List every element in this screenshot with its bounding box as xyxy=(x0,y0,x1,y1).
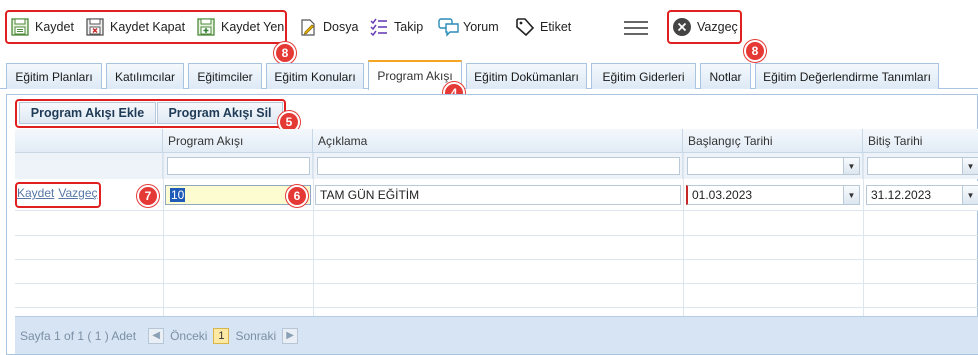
end-date-value: 31.12.2023 xyxy=(871,188,932,202)
comment-button[interactable]: Yorum xyxy=(438,14,499,40)
description-input[interactable]: TAM GÜN EĞİTİM xyxy=(315,185,681,205)
column-divider xyxy=(163,153,164,316)
filter-description-cell xyxy=(313,153,683,179)
prev-page-label[interactable]: Önceki xyxy=(170,329,207,343)
next-page-label[interactable]: Sonraki xyxy=(235,329,276,343)
program-flow-panel: Program Akışı Ekle Program Akışı Sil 5 P… xyxy=(6,94,978,355)
filter-program-flow-cell xyxy=(163,153,313,179)
filter-end-date-cell: ▼ xyxy=(863,153,978,179)
pager-summary: Sayfa 1 of 1 ( 1 ) Adet xyxy=(20,328,137,343)
main-toolbar: Kaydet Kaydet Kapat Kaydet Yeni 8 Dosya … xyxy=(0,0,978,64)
header-start-date[interactable]: Başlangıç Tarihi xyxy=(683,129,863,153)
header-end-date[interactable]: Bitiş Tarihi xyxy=(863,129,978,153)
hamburger-menu-icon[interactable] xyxy=(624,20,648,36)
tab-training-expenses[interactable]: Eğitim Giderleri xyxy=(591,63,696,89)
follow-button[interactable]: Takip xyxy=(369,14,423,40)
grid-toolbar: Program Akışı Ekle Program Akışı Sil 5 xyxy=(7,95,977,133)
tab-training-topics[interactable]: Eğitim Konuları xyxy=(266,63,364,89)
annotation-badge-7: 7 xyxy=(137,185,159,207)
header-program-flow[interactable]: Program Akışı xyxy=(163,129,313,153)
filter-program-flow-input[interactable] xyxy=(167,157,310,175)
comment-icon xyxy=(438,17,459,37)
filter-start-date-select[interactable]: ▼ xyxy=(687,157,860,175)
tag-icon xyxy=(515,17,535,37)
header-description[interactable]: Açıklama xyxy=(313,129,683,153)
dropdown-arrow-icon[interactable]: ▼ xyxy=(962,186,978,204)
follow-label: Takip xyxy=(394,20,424,34)
start-date-select[interactable]: 01.03.2023 ▼ xyxy=(686,185,860,205)
annotation-box-row-actions xyxy=(15,182,101,208)
table-row xyxy=(15,212,978,236)
annotation-badge-8-right: 8 xyxy=(744,40,766,62)
tab-evaluation-definitions[interactable]: Eğitim Değerlendirme Tanımları xyxy=(755,63,939,89)
page-number-button[interactable]: 1 xyxy=(213,327,230,344)
annotation-box-subtoolbar xyxy=(15,99,286,128)
tab-notes[interactable]: Notlar xyxy=(700,63,751,89)
annotation-box-cancel xyxy=(667,10,742,44)
dropdown-arrow-icon[interactable]: ▼ xyxy=(843,186,859,204)
tab-trainers[interactable]: Eğitimciler xyxy=(188,63,262,89)
tag-button[interactable]: Etiket xyxy=(515,14,571,40)
tab-bar: Eğitim Planları Katılımcılar Eğitimciler… xyxy=(0,60,978,104)
checklist-icon xyxy=(369,17,389,37)
filter-description-input[interactable] xyxy=(317,157,680,175)
annotation-badge-6: 6 xyxy=(286,185,308,207)
tab-training-documents[interactable]: Eğitim Dokümanları xyxy=(466,63,587,89)
table-row-edit: Kaydet Vazgeç 7 10 6 TAM GÜN EĞİTİM 01.0… xyxy=(15,181,978,211)
header-actions xyxy=(15,129,163,153)
tab-training-plans[interactable]: Eğitim Planları xyxy=(6,63,102,89)
tab-participants[interactable]: Katılımcılar xyxy=(106,63,184,89)
prev-page-icon[interactable]: ◀ xyxy=(148,327,165,344)
start-date-value: 01.03.2023 xyxy=(692,188,753,202)
dropdown-arrow-icon[interactable]: ▼ xyxy=(962,158,978,174)
comment-label: Yorum xyxy=(463,20,499,34)
tag-label: Etiket xyxy=(540,20,572,34)
file-button[interactable]: Dosya xyxy=(298,14,358,40)
filter-end-date-select[interactable]: ▼ xyxy=(867,157,978,175)
next-page-icon[interactable]: ▶ xyxy=(282,327,299,344)
table-row xyxy=(15,260,978,284)
table-row xyxy=(15,236,978,260)
end-date-select[interactable]: 31.12.2023 ▼ xyxy=(866,185,978,205)
column-divider xyxy=(863,153,864,316)
file-pencil-icon xyxy=(298,17,318,37)
column-divider xyxy=(683,153,684,316)
column-divider xyxy=(313,153,314,316)
program-flow-value: 10 xyxy=(170,188,186,202)
dropdown-arrow-icon[interactable]: ▼ xyxy=(843,158,859,174)
file-label: Dosya xyxy=(323,20,359,34)
filter-start-date-cell: ▼ xyxy=(683,153,863,179)
annotation-box-save-group xyxy=(5,10,287,44)
table-row xyxy=(15,284,978,308)
pager: Sayfa 1 of 1 ( 1 ) Adet ◀ Önceki 1 Sonra… xyxy=(15,316,978,354)
filter-actions-cell xyxy=(15,153,163,179)
